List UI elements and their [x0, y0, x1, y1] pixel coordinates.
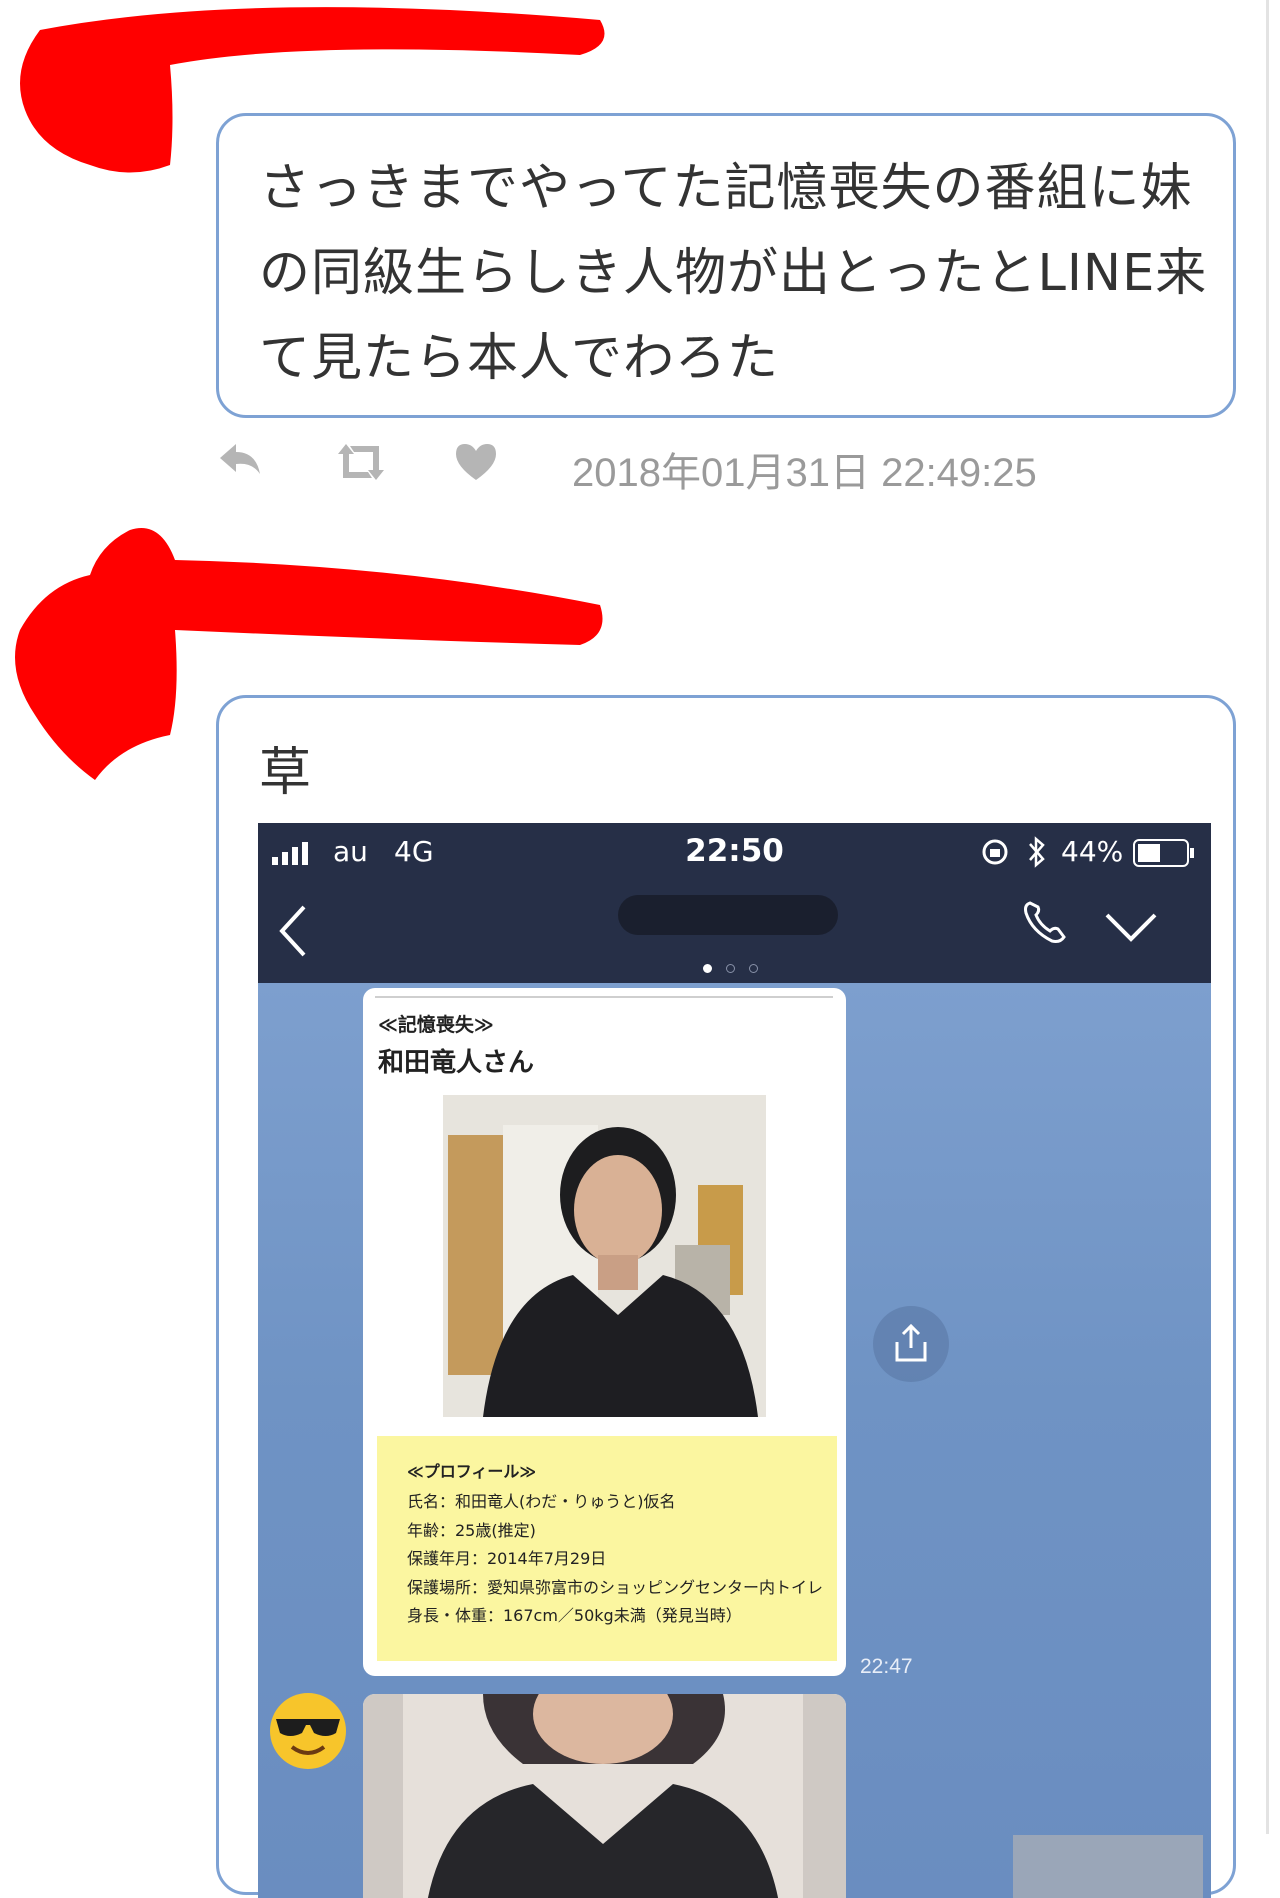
image-message-card-2[interactable]	[363, 1694, 846, 1898]
back-chevron-icon[interactable]	[276, 903, 310, 959]
phone-icon[interactable]	[1020, 897, 1070, 947]
share-icon	[895, 1323, 927, 1362]
status-bar: au 4G 22:50 44%	[258, 823, 1211, 883]
heart-icon[interactable]	[452, 440, 500, 486]
bluetooth-icon	[1029, 836, 1045, 868]
rotation-lock-icon	[982, 839, 1008, 865]
card-tag: ≪記憶喪失≫	[378, 1014, 494, 1036]
sunglasses-emoji-icon[interactable]	[266, 1689, 350, 1773]
profile-line: 保護年月：2014年7月29日	[407, 1549, 607, 1568]
share-button[interactable]	[873, 1306, 949, 1382]
profile-line: 身長・体重：167cm／50kg未満（発見当時）	[407, 1606, 742, 1625]
battery-icon	[1133, 839, 1194, 867]
tweet-timestamp: 2018年01月31日 22:49:25	[572, 451, 1037, 495]
tweet-text: 草	[259, 743, 312, 803]
redacted-contact-name	[618, 895, 838, 935]
tweet-bubble-2: 草 au 4G 22:50 44% ≪記憶喪失≫ 和田竜人さん ≪プロフィール≫…	[216, 695, 1236, 1898]
chevron-down-icon[interactable]	[1104, 911, 1158, 945]
person-photo	[443, 1095, 766, 1417]
retweet-icon[interactable]	[332, 440, 390, 488]
page-indicator	[703, 958, 772, 977]
card-divider	[375, 996, 833, 998]
page-dot	[703, 964, 712, 973]
profile-line: 氏名：和田竜人(わだ・りゅうと)仮名	[407, 1492, 676, 1511]
page-dot	[726, 964, 735, 973]
tweet-bubble-1: さっきまでやってた記憶喪失の番組に妹の同級生らしき人物が出とったとLINE来て見…	[216, 113, 1236, 418]
profile-line: 保護場所：愛知県弥富市のショッピングセンター内トイレ	[407, 1577, 824, 1597]
page-border	[1266, 0, 1269, 1834]
profile-title: ≪プロフィール≫	[407, 1462, 537, 1481]
reply-icon[interactable]	[216, 440, 264, 484]
tweet-text: さっきまでやってた記憶喪失の番組に妹の同級生らしき人物が出とったとLINE来て見…	[259, 159, 1208, 388]
profile-box: ≪プロフィール≫ 氏名：和田竜人(わだ・りゅうと)仮名 年齢：25歳(推定) 保…	[377, 1436, 837, 1661]
message-time: 22:47	[860, 1655, 913, 1678]
profile-lines: 氏名：和田竜人(わだ・りゅうと)仮名 年齢：25歳(推定) 保護年月：2014年…	[407, 1488, 827, 1631]
image-message-card[interactable]: ≪記憶喪失≫ 和田竜人さん ≪プロフィール≫ 氏名：和田竜人(わだ・りゅうと)仮…	[363, 988, 846, 1676]
page-dot	[749, 964, 758, 973]
card-person-name: 和田竜人さん	[378, 1048, 535, 1078]
profile-line: 年齢：25歳(推定)	[407, 1520, 536, 1540]
chat-header	[258, 883, 1211, 983]
battery-percentage: 44%	[1061, 835, 1124, 868]
image-thumbnail-placeholder	[1013, 1835, 1203, 1898]
line-screenshot: au 4G 22:50 44% ≪記憶喪失≫ 和田竜人さん ≪プロフィール≫ 氏…	[258, 823, 1211, 1898]
tweet-actions: 2018年01月31日 22:49:25	[216, 440, 1216, 495]
